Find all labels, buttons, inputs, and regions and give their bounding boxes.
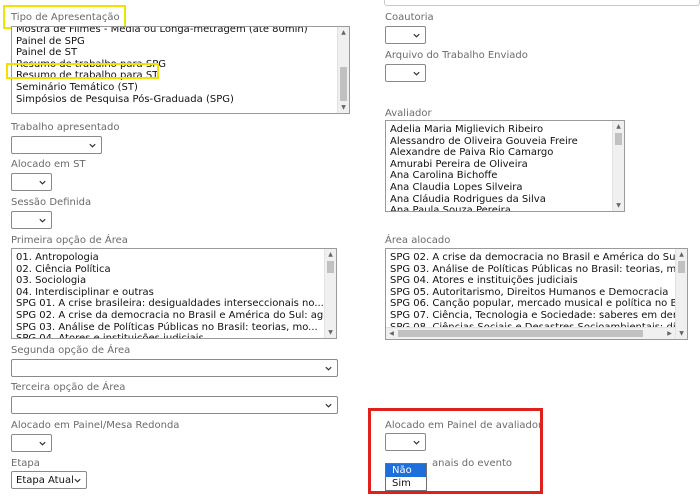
tipo-apresentacao-option[interactable]: Mostra de Filmes - Média ou Longa-metrag… [12,27,337,36]
tipo-apresentacao-option[interactable]: Painel de ST [12,47,337,59]
segunda-opcao-area-label: Segunda opção de Área [11,345,131,356]
avaliador-scrollbar[interactable]: ▲ ▼ [612,121,624,211]
avaliador-option[interactable]: Ana Carolina Bichoffe [386,170,612,182]
scroll-down-icon[interactable]: ▼ [325,327,336,338]
scroll-up-icon[interactable]: ▲ [325,249,336,260]
primeira-opcao-area-option[interactable]: SPG 02. A crise da democracia no Brasil … [12,310,324,322]
scroll-down-icon[interactable]: ▼ [338,102,349,113]
avaliador-option[interactable]: Adelia Maria Miglievich Ribeiro [386,124,612,136]
resumo-spg-highlight [6,63,159,79]
primeira-opcao-area-option[interactable]: 03. Sociologia [12,275,324,287]
etapa-select[interactable]: Etapa Atual [11,471,87,489]
scroll-up-icon[interactable]: ▲ [338,27,349,38]
anais-evento-partial-label: anais do evento [432,458,513,469]
primeira-opcao-area-option[interactable]: SPG 04. Atores e instituições judiciais [12,333,324,338]
primeira-opcao-area-label: Primeira opção de Área [11,235,128,246]
avaliador-option[interactable]: Amurabi Pereira de Oliveira [386,159,612,171]
scroll-thumb[interactable] [398,330,643,337]
scroll-up-icon[interactable]: ▲ [676,249,687,260]
dropdown-option-sim[interactable]: Sim [386,477,426,490]
dropdown-option-nao[interactable]: Não [386,464,426,477]
chevron-down-icon [39,180,46,185]
primeira-opcao-area-option[interactable]: SPG 03. Análise de Políticas Públicas no… [12,322,324,334]
chevron-down-icon [413,440,420,445]
primeira-opcao-area-option[interactable]: 02. Ciência Política [12,264,324,276]
primeira-opcao-area-option[interactable]: 04. Interdisciplinar e outras [12,287,324,299]
alocado-painel-mesa-select[interactable] [11,434,52,452]
area-alocado-option[interactable]: SPG 03. Análise de Políticas Públicas no… [386,264,675,276]
area-alocado-option[interactable]: SPG 07. Ciência, Tecnologia e Sociedade:… [386,310,675,322]
alocado-painel-avaliador-label: Alocado em Painel de avaliador [385,420,543,431]
area-alocado-vscrollbar[interactable]: ▲ ▼ [675,249,687,339]
primeira-opcao-area-listbox[interactable]: 01. Antropologia 02. Ciência Política 03. … [11,248,337,339]
etapa-label: Etapa [11,458,40,469]
scroll-thumb[interactable] [340,67,347,101]
coautoria-label: Coautoria [385,12,434,23]
alocado-painel-mesa-label: Alocado em Painel/Mesa Redonda [11,420,180,431]
primeira-opcao-area-scrollbar[interactable]: ▲ ▼ [324,249,336,338]
avaliador-option[interactable]: Alexandre de Paiva Rio Camargo [386,147,612,159]
trabalho-apresentado-select[interactable] [11,136,102,154]
tipo-apresentacao-scrollbar[interactable]: ▲ ▼ [337,27,349,113]
avaliador-option[interactable]: Alessandro de Oliveira Gouveia Freire [386,136,612,148]
terceira-opcao-area-select[interactable] [11,396,338,414]
chevron-down-icon [413,33,420,38]
arquivo-trabalho-select[interactable] [385,64,426,82]
avaliador-listbox[interactable]: Adelia Maria Miglievich Ribeiro Alessandr… [385,120,625,212]
coautoria-select[interactable] [385,26,426,44]
area-alocado-option[interactable]: SPG 06. Canção popular, mercado musical … [386,298,675,310]
avaliador-option[interactable]: Ana Paula Souza Pereira [386,205,612,211]
area-alocado-label: Área alocado [385,235,451,246]
avaliador-option[interactable]: Ana Claudia Lopes Silveira [386,182,612,194]
arquivo-trabalho-label: Arquivo do Trabalho Enviado [385,50,528,61]
area-alocado-option[interactable]: SPG 02. A crise da democracia no Brasil … [386,252,675,264]
area-alocado-option[interactable]: SPG 04. Atores e instituições judiciais [386,275,675,287]
tipo-apresentacao-option[interactable]: Seminário Temático (ST) [12,82,337,94]
scroll-down-icon[interactable]: ▼ [613,200,624,211]
chevron-down-icon [325,366,332,371]
sessao-definida-select[interactable] [11,211,52,229]
area-alocado-hscrollbar[interactable]: ◀ ▶ [386,327,675,339]
chevron-down-icon [74,478,81,483]
alocado-painel-avaliador-dropdown[interactable]: Não Sim [385,463,427,491]
tipo-apresentacao-label: Tipo de Apresentação [11,12,120,23]
area-alocado-listbox[interactable]: SPG 02. A crise da democracia no Brasil … [385,248,688,340]
terceira-opcao-area-label: Terceira opção de Área [11,382,126,393]
scroll-right-icon[interactable]: ▶ [664,328,675,339]
scroll-thumb[interactable] [327,261,334,273]
alocado-painel-avaliador-select[interactable] [385,433,426,451]
primeira-opcao-area-option[interactable]: 01. Antropologia [12,252,324,264]
primeira-opcao-area-option[interactable]: SPG 01. A crise brasileira: desigualdade… [12,298,324,310]
area-alocado-option[interactable]: SPG 05. Autoritarismo, Direitos Humanos … [386,287,675,299]
scroll-down-icon[interactable]: ▼ [676,328,687,339]
avaliador-option[interactable]: Ana Cláudia Rodrigues da Silva [386,194,612,206]
chevron-down-icon [89,143,96,148]
alocado-st-label: Alocado em ST [11,159,86,170]
segunda-opcao-area-select[interactable] [11,359,338,377]
scroll-up-icon[interactable]: ▲ [613,121,624,132]
top-partial-field[interactable] [384,0,700,6]
chevron-down-icon [325,403,332,408]
tipo-apresentacao-option[interactable]: Simpósios de Pesquisa Pós-Graduada (SPG) [12,94,337,106]
scroll-left-icon[interactable]: ◀ [386,328,397,339]
sessao-definida-label: Sessão Definida [11,197,92,208]
avaliador-label: Avaliador [385,108,432,119]
scroll-thumb[interactable] [615,133,622,145]
chevron-down-icon [39,441,46,446]
chevron-down-icon [413,71,420,76]
chevron-down-icon [39,218,46,223]
tipo-apresentacao-option[interactable]: Painel de SPG [12,36,337,48]
scroll-thumb[interactable] [678,261,685,273]
alocado-st-select[interactable] [11,173,52,191]
trabalho-apresentado-label: Trabalho apresentado [11,122,120,133]
